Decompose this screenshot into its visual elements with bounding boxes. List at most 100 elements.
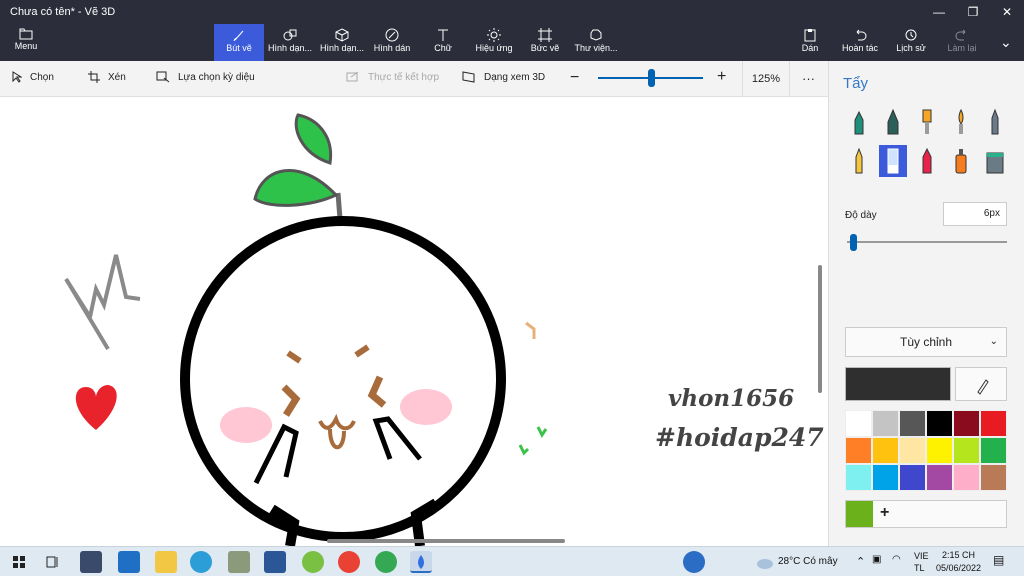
title-bar: Chưa có tên* - Vẽ 3D — ❐ ✕	[0, 0, 1024, 24]
mixed-reality-icon	[346, 71, 359, 82]
more-options-button[interactable]: ···	[802, 71, 815, 86]
color-swatch[interactable]	[953, 464, 980, 491]
color-swatch[interactable]	[872, 464, 899, 491]
2d-shapes-icon	[283, 29, 297, 41]
windows-start-icon[interactable]	[8, 551, 30, 573]
color-swatch[interactable]	[899, 464, 926, 491]
custom-color-dropdown[interactable]: Tùy chỉnh ⌄	[845, 327, 1007, 357]
3d-view-button[interactable]: Dạng xem 3D	[462, 71, 545, 83]
body-outline	[180, 216, 506, 542]
text-tab[interactable]: Chữ	[428, 24, 458, 61]
paint-3d-icon[interactable]	[410, 551, 432, 573]
tab-label: Thư viện...	[574, 43, 618, 53]
drawing-artwork	[64, 113, 548, 546]
help-icon[interactable]	[683, 551, 705, 573]
network-icon[interactable]: ▣	[872, 554, 881, 565]
file-explorer-icon[interactable]	[155, 551, 177, 573]
pencil-icon[interactable]	[845, 145, 873, 177]
pixel-pen-icon[interactable]	[981, 106, 1009, 138]
stem	[335, 192, 343, 220]
minimize-icon[interactable]: —	[922, 0, 956, 24]
color-swatch[interactable]	[899, 410, 926, 437]
custom-color-swatch[interactable]	[846, 501, 873, 527]
menu-button[interactable]: Menu	[6, 24, 46, 61]
stickers-tab[interactable]: Hình dán	[370, 24, 414, 61]
chrome-profile-icon[interactable]	[375, 551, 397, 573]
add-color-button[interactable]: +	[880, 504, 889, 522]
weather-text[interactable]: 28°C Có mây	[778, 556, 838, 567]
redo-button[interactable]: Làm lại	[946, 24, 978, 61]
zoom-level[interactable]: 125%	[742, 61, 790, 97]
dropdown-label: Tùy chỉnh	[899, 335, 953, 349]
3d-shapes-tab[interactable]: Hình dạn...	[318, 24, 366, 61]
horizontal-scrollbar[interactable]	[327, 539, 565, 543]
wifi-icon[interactable]: ◠	[892, 554, 901, 565]
zoom-app-icon[interactable]	[80, 551, 102, 573]
color-swatch[interactable]	[980, 437, 1007, 464]
edge-browser-icon[interactable]	[190, 551, 212, 573]
zoom-slider-thumb[interactable]	[648, 69, 655, 87]
paint-icon[interactable]	[228, 551, 250, 573]
paste-button[interactable]: Dán	[798, 24, 822, 61]
tab-label: Hình dán	[373, 43, 411, 53]
history-button[interactable]: Lịch sử	[895, 24, 927, 61]
thickness-slider-thumb[interactable]	[850, 234, 858, 251]
color-swatch[interactable]	[872, 410, 899, 437]
mouth	[318, 413, 356, 450]
leaf-right	[294, 113, 333, 165]
task-view-icon[interactable]	[42, 551, 64, 573]
close-icon[interactable]: ✕	[990, 0, 1024, 24]
3d-library-tab[interactable]: Thư viện...	[574, 24, 618, 61]
thickness-slider-track[interactable]	[847, 241, 1007, 243]
color-swatch[interactable]	[980, 410, 1007, 437]
word-icon[interactable]	[264, 551, 286, 573]
clock-time[interactable]: 2:15 CH	[942, 550, 975, 560]
expand-icon[interactable]: ⌄	[1000, 34, 1012, 51]
color-swatch[interactable]	[953, 437, 980, 464]
clock-date[interactable]: 05/06/2022	[936, 563, 981, 573]
color-swatch[interactable]	[845, 410, 872, 437]
color-swatch[interactable]	[953, 410, 980, 437]
brushes-tab[interactable]: Bút vẽ	[214, 24, 264, 61]
marker-brush-icon[interactable]	[845, 106, 873, 138]
chrome-icon[interactable]	[338, 551, 360, 573]
effects-tab[interactable]: Hiệu ứng	[472, 24, 516, 61]
redo-icon	[955, 29, 966, 41]
language-secondary[interactable]: TL	[914, 563, 925, 573]
crayon-icon[interactable]	[913, 145, 941, 177]
color-swatch[interactable]	[926, 410, 953, 437]
color-swatch[interactable]	[845, 437, 872, 464]
watercolor-brush-icon[interactable]	[947, 106, 975, 138]
eraser-icon[interactable]	[879, 145, 907, 177]
color-swatch[interactable]	[926, 437, 953, 464]
magic-select-button[interactable]: Lựa chọn kỳ diệu	[156, 71, 255, 83]
brush-panel: Tẩy Độ dày 6px Tùy chỉnh ⌄ +	[828, 61, 1024, 546]
app-icon[interactable]	[302, 551, 324, 573]
calligraphy-pen-icon[interactable]	[879, 106, 907, 138]
drawing-canvas[interactable]: vhon1656 #hoidap247	[0, 97, 828, 546]
color-swatch[interactable]	[926, 464, 953, 491]
undo-button[interactable]: Hoàn tác	[840, 24, 880, 61]
notification-icon[interactable]: ▤	[993, 553, 1004, 567]
zoom-out-button[interactable]: −	[570, 69, 579, 87]
mixed-reality-button[interactable]: Thực tế kết hợp	[346, 71, 439, 83]
fill-bucket-icon[interactable]	[981, 145, 1009, 177]
mail-icon[interactable]	[118, 551, 140, 573]
zoom-in-button[interactable]: +	[717, 68, 726, 86]
spray-can-icon[interactable]	[947, 145, 975, 177]
2d-shapes-tab[interactable]: Hình dạn...	[266, 24, 314, 61]
color-swatch[interactable]	[872, 437, 899, 464]
oil-brush-icon[interactable]	[913, 106, 941, 138]
crop-button[interactable]: Xén	[88, 71, 126, 83]
color-swatch[interactable]	[980, 464, 1007, 491]
vertical-scrollbar[interactable]	[818, 265, 822, 393]
color-swatch[interactable]	[899, 437, 926, 464]
eyedropper-button[interactable]	[955, 367, 1007, 401]
chevron-up-icon[interactable]: ⌃	[856, 555, 865, 568]
color-swatch[interactable]	[845, 464, 872, 491]
language-primary[interactable]: VIE	[914, 551, 929, 561]
thickness-input[interactable]: 6px	[943, 202, 1007, 226]
select-button[interactable]: Chọn	[12, 71, 54, 83]
canvas-tab[interactable]: Bức vẽ	[528, 24, 562, 61]
maximize-icon[interactable]: ❐	[956, 0, 990, 24]
